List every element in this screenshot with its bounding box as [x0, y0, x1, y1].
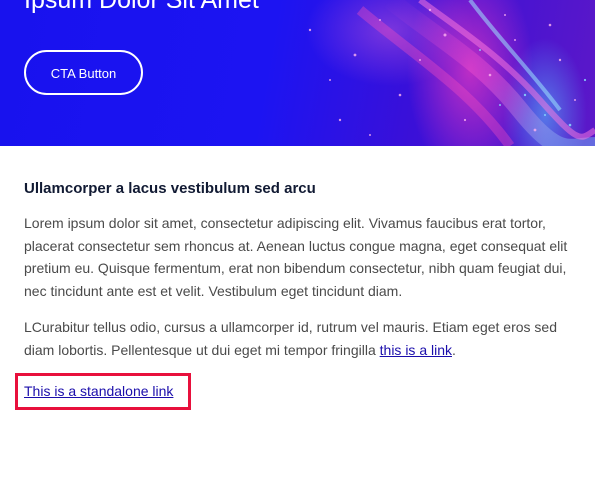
hero-title: Ipsum Dolor Sit Amet [24, 0, 259, 14]
body-paragraph-2-end: . [452, 341, 456, 358]
content-heading: Ullamcorper a lacus vestibulum sed arcu [24, 180, 316, 197]
body-paragraph-2: LCurabitur tellus odio, cursus a ullamco… [24, 316, 571, 361]
cta-button[interactable]: CTA Button [24, 50, 143, 95]
hero-banner: Ipsum Dolor Sit Amet CTA Button [0, 0, 595, 146]
body-paragraph-2-text: LCurabitur tellus odio, cursus a ullamco… [24, 319, 557, 358]
abstract-particle-art [308, 0, 595, 146]
body-paragraph-1: Lorem ipsum dolor sit amet, consectetur … [24, 215, 568, 299]
standalone-link-highlight: This is a standalone link [15, 373, 191, 410]
main-content: Ullamcorper a lacus vestibulum sed arcu … [0, 179, 595, 361]
inline-link[interactable]: this is a link [380, 342, 452, 358]
standalone-link[interactable]: This is a standalone link [24, 382, 173, 400]
